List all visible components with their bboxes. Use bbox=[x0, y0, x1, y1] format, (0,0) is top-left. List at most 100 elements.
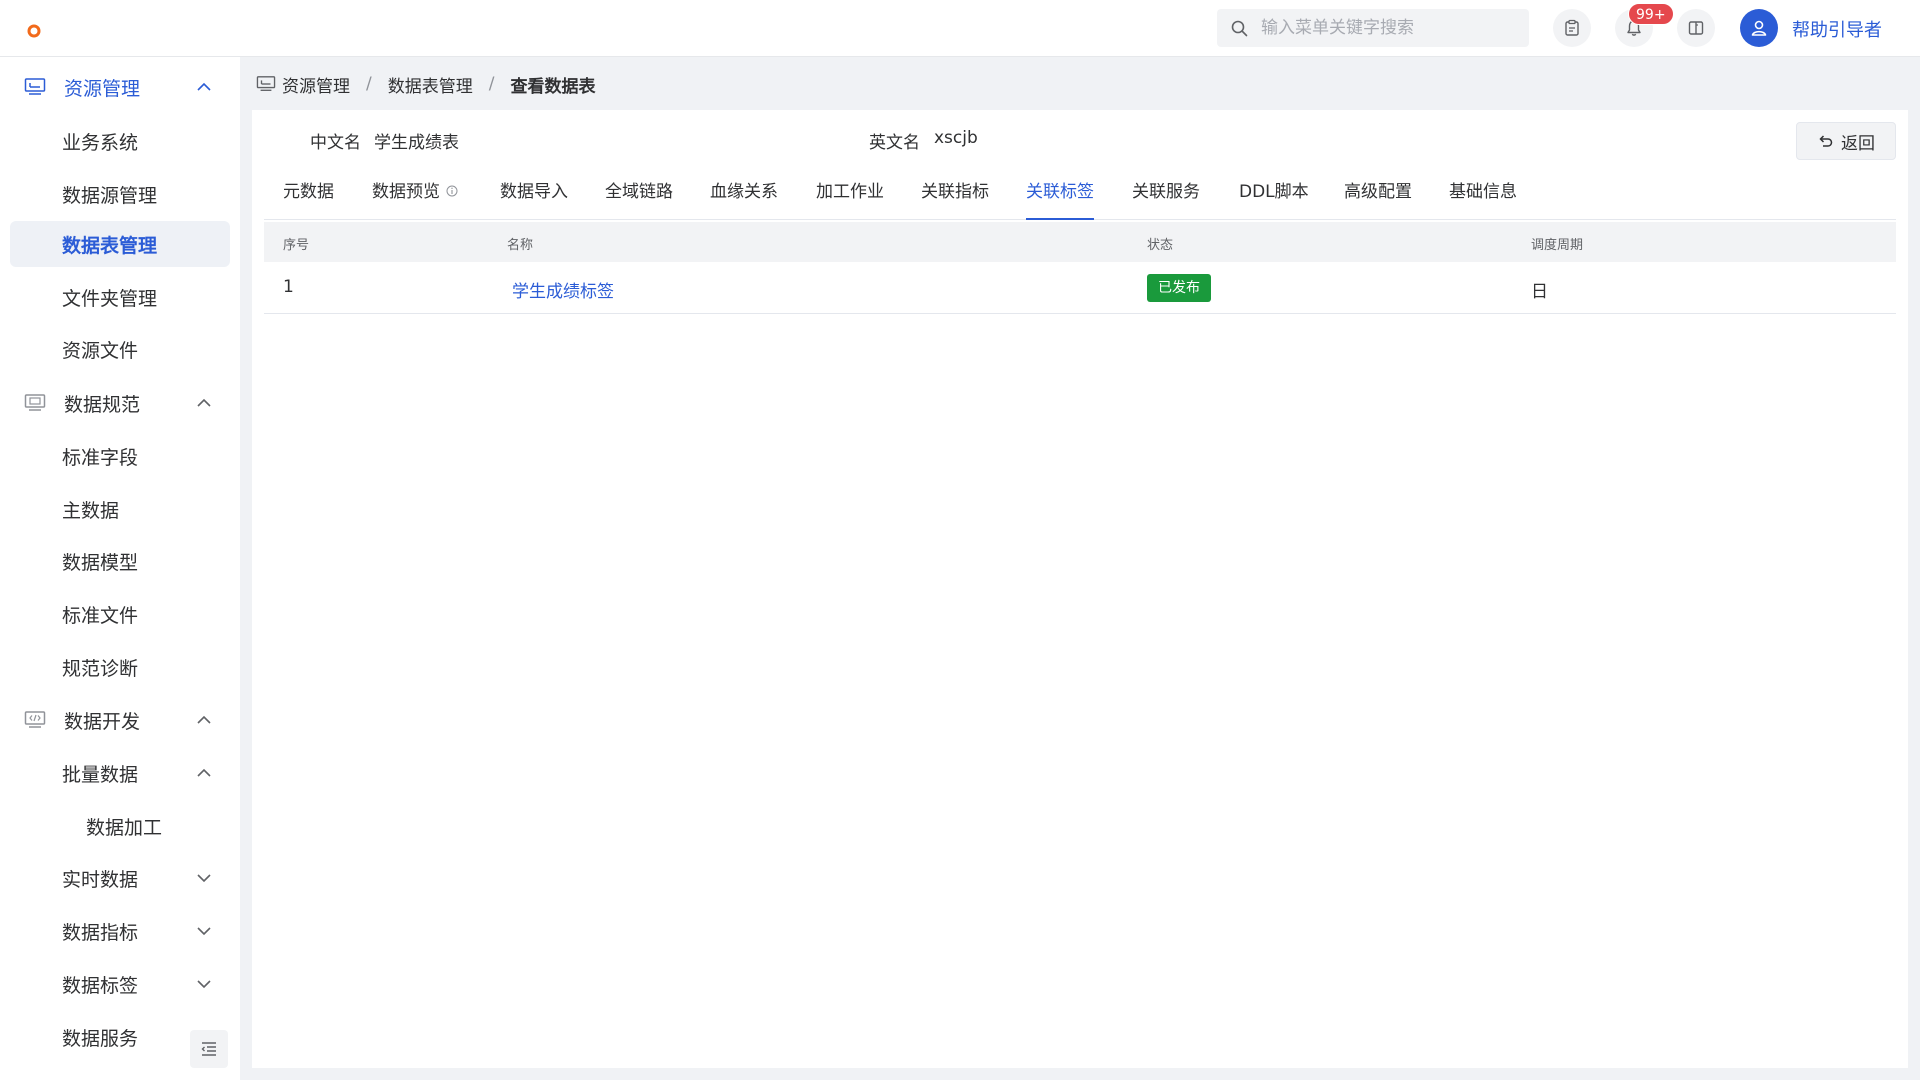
cn-name-label: 中文名 bbox=[310, 133, 361, 153]
menu-label: 文件夹管理 bbox=[62, 287, 158, 310]
tab-label: 数据预览 bbox=[372, 182, 440, 202]
menu-item-data-tag[interactable]: 数据标签 bbox=[10, 961, 230, 1007]
menu-item-data-processing[interactable]: 数据加工 bbox=[10, 803, 230, 849]
code-icon bbox=[24, 711, 46, 728]
search-icon bbox=[1231, 20, 1248, 37]
menu-label: 数据源管理 bbox=[62, 184, 158, 207]
menu-label: 标准文件 bbox=[62, 604, 139, 627]
breadcrumb-current: 查看数据表 bbox=[510, 76, 596, 97]
clipboard-button[interactable] bbox=[1553, 9, 1591, 47]
collapse-menu-icon bbox=[201, 1042, 216, 1056]
tab-related-metric[interactable]: 关联指标 bbox=[921, 172, 989, 220]
menu-label: 数据开发 bbox=[64, 710, 141, 733]
menu-label: 业务系统 bbox=[62, 131, 139, 154]
menu-group-resource[interactable]: 资源管理 bbox=[10, 64, 230, 110]
chevron-up-icon bbox=[197, 398, 211, 407]
row-index: 1 bbox=[283, 277, 294, 297]
tab-global-link[interactable]: 全域链路 bbox=[605, 172, 673, 220]
menu-label: 数据表管理 bbox=[62, 234, 158, 257]
sidebar-collapse-button[interactable] bbox=[190, 1030, 228, 1068]
column-header: 名称 bbox=[507, 238, 534, 253]
breadcrumb-separator: / bbox=[366, 74, 372, 94]
tag-name-link[interactable]: 学生成绩标签 bbox=[512, 277, 614, 302]
menu-label: 实时数据 bbox=[62, 868, 139, 891]
menu-label: 主数据 bbox=[62, 499, 120, 522]
notification-badge: 99+ bbox=[1628, 3, 1674, 25]
chevron-up-icon bbox=[197, 715, 211, 724]
monitor-icon bbox=[24, 394, 46, 411]
menu-item-data-model[interactable]: 数据模型 bbox=[10, 538, 230, 584]
user-avatar[interactable] bbox=[1740, 9, 1778, 47]
desktop-icon bbox=[24, 78, 46, 95]
menu-item-folder-manage[interactable]: 文件夹管理 bbox=[10, 274, 230, 320]
chevron-down-icon bbox=[197, 980, 211, 989]
tab-metadata[interactable]: 元数据 bbox=[283, 172, 334, 220]
tab-related-service[interactable]: 关联服务 bbox=[1132, 172, 1200, 220]
menu-group-dev[interactable]: 数据开发 bbox=[10, 697, 230, 743]
menu-item-datasource[interactable]: 数据源管理 bbox=[10, 171, 230, 217]
chevron-up-icon bbox=[197, 82, 211, 91]
tab-lineage[interactable]: 血缘关系 bbox=[710, 172, 778, 220]
column-header: 状态 bbox=[1147, 238, 1174, 253]
tab-bar: 元数据 数据预览 数据导入 全域链路 血缘关系 加工作业 关联指标 关联标签 关… bbox=[264, 172, 1896, 220]
main-panel: 中文名 学生成绩表 英文名 xscjb 返回 元数据 数据预览 数据导入 全域链… bbox=[252, 110, 1908, 1068]
menu-item-realtime-data[interactable]: 实时数据 bbox=[10, 855, 230, 901]
chevron-up-icon bbox=[197, 768, 211, 777]
menu-item-data-metric[interactable]: 数据指标 bbox=[10, 908, 230, 954]
menu-item-batch-data[interactable]: 批量数据 bbox=[10, 750, 230, 796]
tab-label: 关联服务 bbox=[1132, 182, 1200, 202]
menu-label: 标准字段 bbox=[62, 446, 139, 469]
undo-icon bbox=[1819, 135, 1833, 147]
menu-item-spec-diagnosis[interactable]: 规范诊断 bbox=[10, 644, 230, 690]
tab-data-preview[interactable]: 数据预览 bbox=[372, 172, 458, 220]
chevron-down-icon bbox=[197, 927, 211, 936]
menu-item-standard-file[interactable]: 标准文件 bbox=[10, 591, 230, 637]
menu-label: 数据指标 bbox=[62, 921, 139, 944]
menu-item-resource-file[interactable]: 资源文件 bbox=[10, 326, 230, 372]
tab-ddl-script[interactable]: DDL脚本 bbox=[1239, 172, 1309, 220]
back-button[interactable]: 返回 bbox=[1796, 122, 1896, 160]
tab-label: 关联标签 bbox=[1026, 182, 1094, 202]
menu-search[interactable] bbox=[1217, 9, 1529, 47]
menu-item-business-system[interactable]: 业务系统 bbox=[10, 118, 230, 164]
menu-label: 数据规范 bbox=[64, 393, 141, 416]
top-header: 99+ 帮助引导者 bbox=[0, 0, 1920, 57]
menu-label: 规范诊断 bbox=[62, 657, 139, 680]
breadcrumb-item[interactable]: 数据表管理 bbox=[388, 72, 473, 97]
tab-label: 关联指标 bbox=[921, 182, 989, 202]
menu-label: 批量数据 bbox=[62, 763, 139, 786]
breadcrumb: 资源管理 / 数据表管理 / 查看数据表 bbox=[256, 72, 596, 97]
menu-label: 资源管理 bbox=[64, 77, 141, 100]
menu-item-standard-field[interactable]: 标准字段 bbox=[10, 433, 230, 479]
column-header: 序号 bbox=[283, 238, 310, 253]
book-button[interactable] bbox=[1677, 9, 1715, 47]
tab-label: 数据导入 bbox=[500, 182, 568, 202]
menu-label: 数据标签 bbox=[62, 974, 139, 997]
user-icon bbox=[1751, 20, 1767, 36]
tab-label: 元数据 bbox=[283, 182, 334, 202]
cn-name-value: 学生成绩表 bbox=[374, 133, 459, 153]
tab-related-tag[interactable]: 关联标签 bbox=[1026, 172, 1094, 220]
breadcrumb-item[interactable]: 资源管理 bbox=[282, 72, 350, 97]
tab-processing-job[interactable]: 加工作业 bbox=[816, 172, 884, 220]
tab-label: 全域链路 bbox=[605, 182, 673, 202]
menu-label: 数据服务 bbox=[62, 1027, 139, 1050]
menu-item-table-manage[interactable]: 数据表管理 bbox=[10, 221, 230, 267]
tab-label: 血缘关系 bbox=[710, 182, 778, 202]
menu-group-spec[interactable]: 数据规范 bbox=[10, 380, 230, 426]
column-header: 调度周期 bbox=[1531, 238, 1584, 253]
menu-label: 数据加工 bbox=[86, 816, 163, 839]
logo-icon[interactable] bbox=[26, 23, 42, 39]
username[interactable]: 帮助引导者 bbox=[1792, 16, 1882, 42]
menu-item-master-data[interactable]: 主数据 bbox=[10, 486, 230, 532]
menu-label: 资源文件 bbox=[62, 339, 139, 362]
search-input[interactable] bbox=[1261, 9, 1521, 47]
tab-data-import[interactable]: 数据导入 bbox=[500, 172, 568, 220]
tab-basic-info[interactable]: 基础信息 bbox=[1449, 172, 1517, 220]
tab-label: DDL脚本 bbox=[1239, 182, 1309, 202]
en-name-label: 英文名 bbox=[869, 133, 920, 153]
table-row: 1 学生成绩标签 已发布 日 bbox=[264, 262, 1896, 314]
tab-advanced-config[interactable]: 高级配置 bbox=[1344, 172, 1412, 220]
tab-label: 加工作业 bbox=[816, 182, 884, 202]
tab-label: 高级配置 bbox=[1344, 182, 1412, 202]
